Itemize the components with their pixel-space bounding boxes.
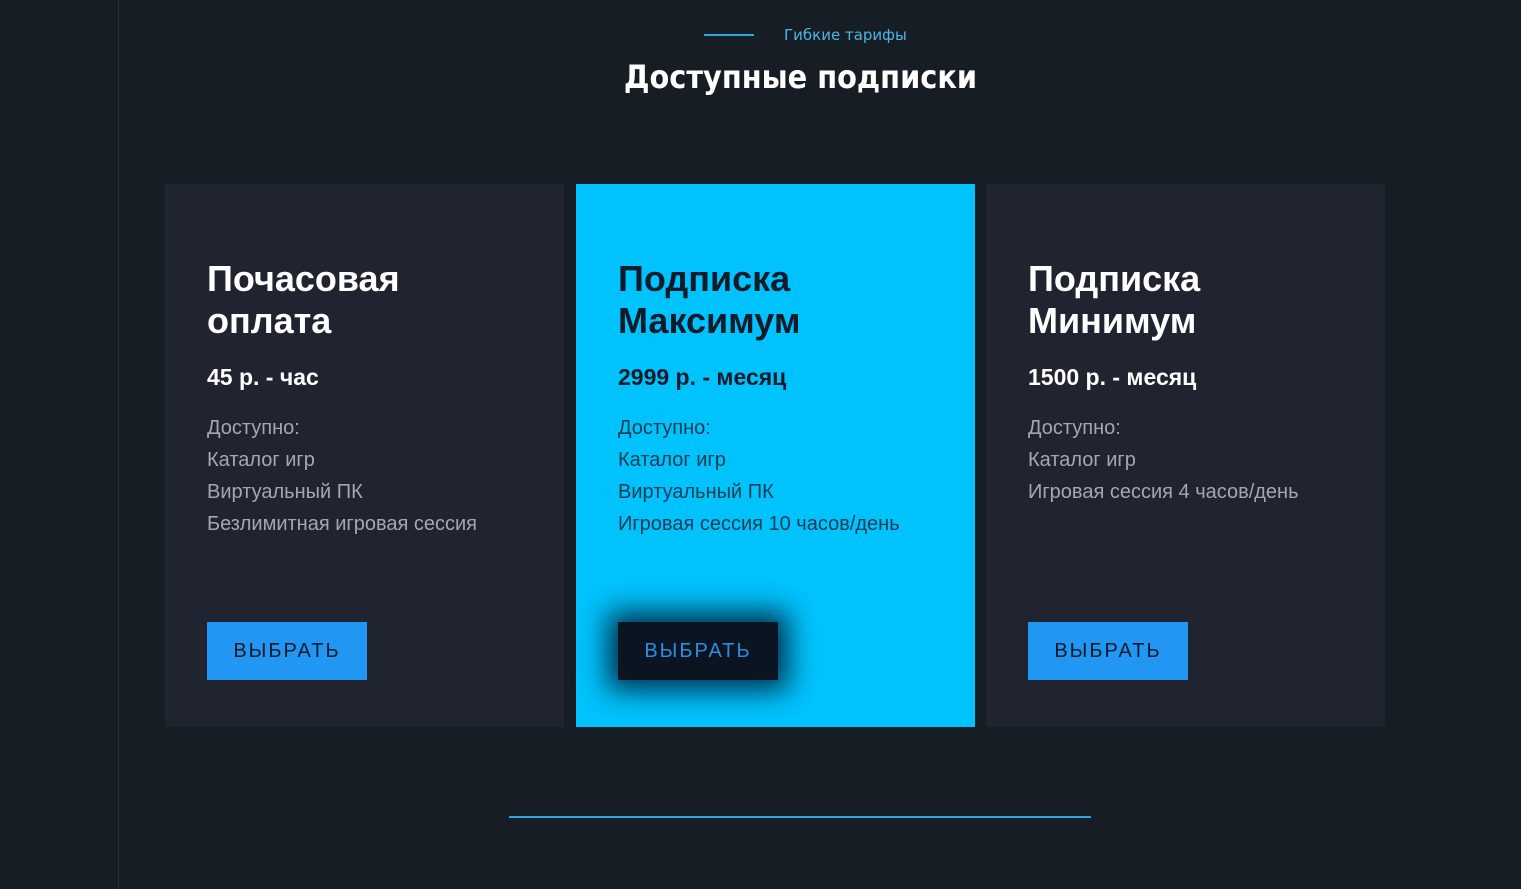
feature-item: Игровая сессия 4 часов/день (1028, 481, 1299, 503)
plan-title: Подписка Максимум (618, 258, 801, 341)
eyebrow-text: Гибкие тарифы (784, 26, 907, 44)
feature-item: Доступно: (207, 417, 300, 439)
side-divider (118, 0, 119, 889)
feature-item: Виртуальный ПК (618, 481, 774, 503)
feature-list: Доступно: Каталог игр Виртуальный ПК Игр… (618, 412, 975, 540)
feature-item: Каталог игр (618, 449, 726, 471)
choose-button[interactable]: ВЫБРАТЬ (618, 622, 778, 680)
plan-price: 2999 р. - месяц (618, 364, 787, 390)
plan-card-hourly: Почасовая оплата 45 р. - час Доступно: К… (165, 184, 564, 727)
plan-card-maximum: Подписка Максимум 2999 р. - месяц Доступ… (576, 184, 975, 727)
bottom-divider (509, 816, 1091, 818)
eyebrow-line (704, 34, 754, 36)
plan-price: 45 р. - час (207, 364, 319, 390)
plan-title: Почасовая оплата (207, 258, 400, 341)
section-title: Доступные подписки (623, 58, 978, 96)
choose-button[interactable]: ВЫБРАТЬ (207, 622, 367, 680)
plan-title: Подписка Минимум (1028, 258, 1201, 341)
section-eyebrow: Гибкие тарифы (704, 24, 907, 46)
feature-item: Каталог игр (1028, 449, 1136, 471)
feature-item: Доступно: (1028, 417, 1121, 439)
feature-item: Виртуальный ПК (207, 481, 363, 503)
plan-price: 1500 р. - месяц (1028, 364, 1197, 390)
plan-card-minimum: Подписка Минимум 1500 р. - месяц Доступн… (986, 184, 1385, 727)
feature-item: Доступно: (618, 417, 711, 439)
feature-list: Доступно: Каталог игр Виртуальный ПК Без… (207, 412, 564, 540)
feature-list: Доступно: Каталог игр Игровая сессия 4 ч… (1028, 412, 1385, 508)
feature-item: Игровая сессия 10 часов/день (618, 513, 900, 535)
pricing-page: Гибкие тарифы Доступные подписки Почасов… (0, 0, 1521, 889)
feature-item: Каталог игр (207, 449, 315, 471)
choose-button[interactable]: ВЫБРАТЬ (1028, 622, 1188, 680)
feature-item: Безлимитная игровая сессия (207, 513, 477, 535)
